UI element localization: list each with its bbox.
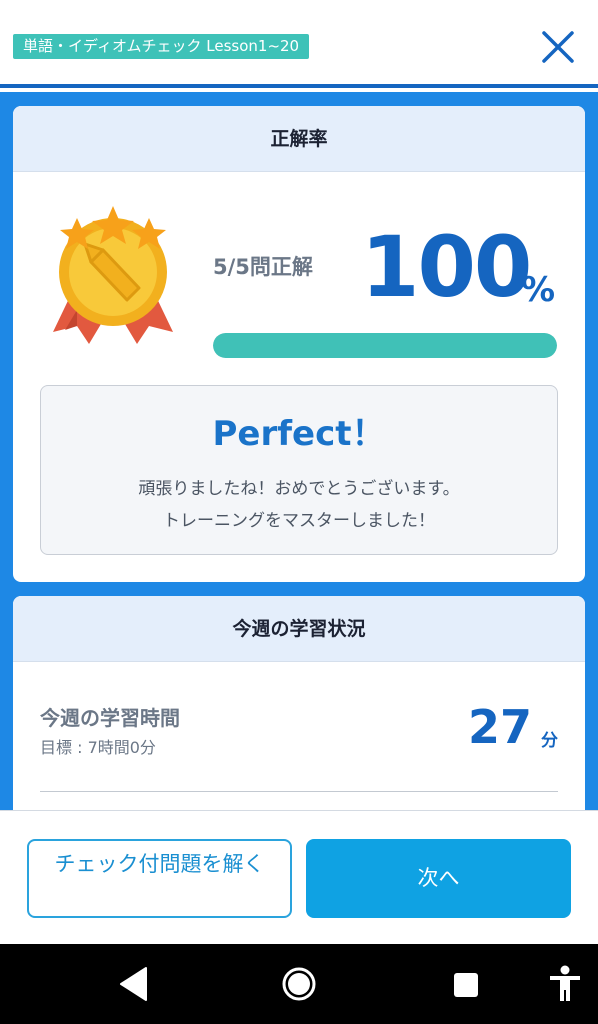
perfect-message-box: Perfect！ 頑張りましたね！おめでとうございます。 トレーニングをマスター… xyxy=(40,385,558,555)
weekly-study-time-row: 今週の学習時間 目標 : 7時間0分 27 分 xyxy=(40,682,558,792)
weekly-status-title: 今週の学習状況 xyxy=(13,596,585,662)
weekly-status-card: 今週の学習状況 今週の学習時間 目標 : 7時間0分 27 分 xyxy=(13,596,585,810)
home-icon[interactable] xyxy=(281,966,317,1002)
accuracy-card-title: 正解率 xyxy=(13,106,585,172)
perfect-message-line1: 頑張りましたね！おめでとうございます。 xyxy=(138,479,460,499)
study-time-value: 27 xyxy=(467,700,532,754)
accuracy-percent: 100 xyxy=(361,218,532,316)
recent-apps-icon[interactable] xyxy=(454,973,478,997)
lesson-tag: 単語・イディオムチェック Lesson1~20 xyxy=(13,34,310,59)
close-button[interactable] xyxy=(538,27,578,67)
perfect-message-line2: トレーニングをマスターしました！ xyxy=(163,511,435,531)
next-button[interactable]: 次へ xyxy=(306,839,571,918)
solve-checked-questions-button[interactable]: チェック付問題を解く xyxy=(27,839,292,918)
study-time-unit: 分 xyxy=(541,731,558,751)
perfect-message: 頑張りましたね！おめでとうございます。 トレーニングをマスターしました！ xyxy=(41,473,557,537)
accuracy-progress-fill xyxy=(213,333,557,358)
percent-sign: % xyxy=(521,270,556,310)
back-icon[interactable] xyxy=(119,966,149,1002)
scroll-content[interactable]: 正解率 5/5問正解 100 % Perfect！ 頑張りましたね！おめでとうご… xyxy=(0,92,598,810)
accuracy-card: 正解率 5/5問正解 100 % Perfect！ 頑張りましたね！おめでとうご… xyxy=(13,106,585,582)
study-time-goal: 目標 : 7時間0分 xyxy=(40,738,156,757)
accessibility-icon[interactable] xyxy=(548,965,582,1003)
action-bar: チェック付問題を解く 次へ xyxy=(0,810,598,944)
accuracy-progress-bar xyxy=(213,333,557,358)
close-icon xyxy=(542,31,574,63)
gold-medal-icon xyxy=(53,206,173,344)
system-nav-bar xyxy=(0,944,598,1024)
perfect-title: Perfect！ xyxy=(212,414,386,454)
score-text: 5/5問正解 xyxy=(213,255,313,279)
study-time-label: 今週の学習時間 xyxy=(40,706,180,730)
top-header: 単語・イディオムチェック Lesson1~20 xyxy=(0,0,598,88)
